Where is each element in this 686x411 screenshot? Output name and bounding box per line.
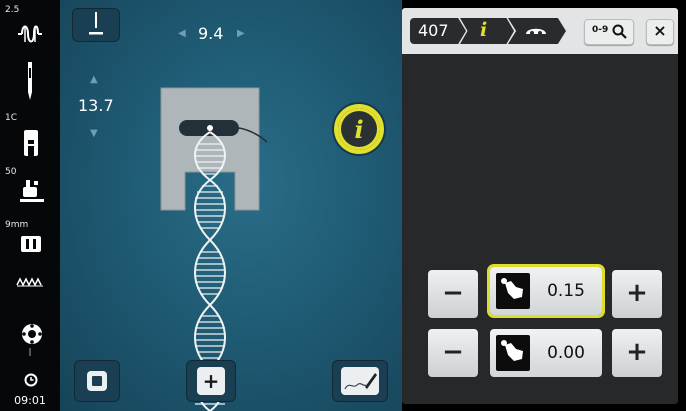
panel-header: 407 i 0-9 ×: [402, 8, 678, 54]
row2-value: 0.00: [547, 343, 585, 363]
row1-value-field[interactable]: 0.15: [490, 267, 602, 315]
breadcrumb-stitch-number[interactable]: 407: [410, 18, 466, 44]
presser-foot-icon[interactable]: [22, 128, 40, 158]
row2-minus-button[interactable]: −: [428, 329, 478, 377]
presser-foot-label: 1C: [5, 113, 18, 123]
foot-pressure-label: 50: [5, 167, 17, 177]
info-icon: i: [338, 108, 380, 150]
square-icon: [87, 371, 107, 391]
foot-sole-icon: [526, 28, 546, 35]
clock-time: 09:01: [14, 394, 46, 407]
stitch-preview-area: ◀ 9.4 ▶ ▲ 13.7 ▼ i +: [60, 0, 402, 411]
stitch-width-label: 2.5: [5, 5, 20, 15]
pen-curve-icon: [341, 367, 379, 395]
stitch-edit-button[interactable]: [332, 360, 388, 402]
info-glyph: i: [354, 115, 364, 144]
search-by-number-button[interactable]: 0-9: [584, 19, 634, 45]
length-increase-arrow[interactable]: ▲: [90, 74, 98, 85]
info-crumb-icon: i: [480, 19, 488, 41]
stitch-width-value: 9.4: [198, 24, 224, 43]
row1-plus-button[interactable]: +: [612, 270, 662, 318]
stitch-plate-icon[interactable]: [20, 235, 42, 253]
stitch-plate-label: 9mm: [5, 220, 29, 230]
width-decrease-arrow[interactable]: ◀: [178, 28, 186, 39]
hand-tap-icon: [496, 273, 530, 309]
row2-value-field[interactable]: 0.00: [490, 329, 602, 377]
needle-icon[interactable]: [23, 62, 37, 100]
length-decrease-arrow[interactable]: ▼: [90, 128, 98, 139]
needle-position-icon: [89, 12, 103, 35]
bobbin-indicator: [29, 348, 31, 356]
add-pattern-button[interactable]: +: [186, 360, 236, 402]
row1-minus-button[interactable]: −: [428, 270, 478, 318]
stitch-view-button[interactable]: [74, 360, 120, 402]
left-toolbar: 2.5 1C 50 9mm 09:01: [0, 0, 60, 411]
search-icon: [612, 24, 627, 39]
row2-plus-button[interactable]: +: [612, 329, 662, 377]
stitch-number-text: 407: [418, 21, 449, 40]
clock-icon: [24, 373, 38, 387]
hand-tap-icon: [496, 335, 530, 371]
breadcrumb-foot[interactable]: [508, 18, 566, 44]
feed-dog-icon[interactable]: [16, 277, 44, 287]
foot-pressure-icon[interactable]: [18, 178, 46, 204]
stitch-length-value: 13.7: [78, 96, 114, 115]
stitch-info-panel: 407 i 0-9 × − 0.15 + − 0.00 +: [402, 8, 678, 404]
info-button[interactable]: i: [334, 104, 384, 154]
row1-value: 0.15: [547, 281, 585, 301]
width-increase-arrow[interactable]: ▶: [237, 28, 245, 39]
close-button[interactable]: ×: [646, 19, 674, 45]
bobbin-icon[interactable]: [20, 322, 44, 346]
needle-position-button[interactable]: [72, 8, 120, 42]
close-icon: ×: [653, 21, 667, 40]
plus-icon: +: [197, 367, 225, 395]
search-number-label: 0-9: [592, 25, 609, 35]
stitch-width-icon[interactable]: [16, 22, 44, 46]
breadcrumb-info[interactable]: i: [460, 18, 514, 44]
